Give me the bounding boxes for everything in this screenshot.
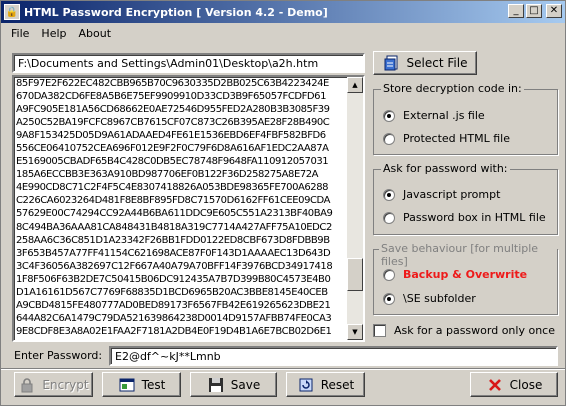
ask-once-checkbox[interactable]	[373, 324, 386, 337]
select-file-label: Select File	[406, 56, 468, 70]
ask-password-group: Ask for password with: Javascript prompt…	[373, 162, 558, 235]
code-line: 4E990CD8C71C2F4F5C4E8307418826A053BDE983…	[16, 182, 329, 194]
ask-once-label: Ask for a password only once	[394, 324, 555, 337]
padlock-icon	[18, 377, 36, 393]
code-line: D1A16161D567C7769F68835D1BCD6965B20AC3BB…	[16, 286, 328, 298]
code-line: 1F8F506F63B2DE7C50415B06DC912435A7B7D399…	[16, 273, 331, 285]
reset-arrows-icon	[297, 377, 315, 393]
close-label: Close	[509, 377, 543, 392]
save-behaviour-title: Save behaviour [for multiple files]	[379, 242, 557, 268]
window-title: HTML Password Encryption [ Version 4.2 -…	[24, 5, 328, 19]
save-behaviour-group: Save behaviour [for multiple files] Back…	[373, 242, 558, 315]
ask-password-title: Ask for password with:	[381, 162, 510, 175]
password-input[interactable]: E2@df^~kJ**Lmnb	[109, 346, 558, 366]
scroll-up-button[interactable]: ▲	[347, 77, 363, 93]
file-path-field[interactable]: F:\Documents and Settings\Admin01\Deskto…	[12, 53, 365, 73]
encrypt-button[interactable]: Encrypt	[14, 372, 93, 397]
maximize-button[interactable]: □	[526, 4, 542, 18]
app-window: 🔒 HTML Password Encryption [ Version 4.2…	[0, 0, 566, 406]
menu-bar: File Help About	[1, 24, 565, 42]
code-line: 57629E00C74294CC92A44B6BA611DDC9E605C551…	[16, 208, 333, 220]
password-label: Enter Password:	[14, 349, 103, 362]
maximize-icon: □	[529, 5, 539, 16]
code-line: A9CBD4815FE480777AD0BED89173F6567FB42E61…	[16, 299, 331, 311]
radio-password-box-label: Password box in HTML file	[403, 211, 546, 224]
store-decryption-group: Store decryption code in: External .js f…	[373, 82, 558, 155]
save-button[interactable]: Save	[190, 372, 277, 397]
radio-external-js[interactable]: External .js file	[383, 109, 485, 122]
code-line: 9A8F153425D05D9A61ADAAED4FE61E1536EBD6EF…	[16, 130, 326, 142]
store-decryption-title: Store decryption code in:	[381, 82, 524, 95]
test-button[interactable]: Test	[102, 372, 181, 397]
close-window-button[interactable]: ✕	[546, 4, 562, 18]
scroll-thumb[interactable]	[347, 258, 363, 291]
code-scrollbar[interactable]: ▲ ▼	[347, 77, 363, 340]
app-lock-icon: 🔒	[4, 4, 20, 20]
code-line: A250C52BA19FCFC8967CB7615CF07C873C26B395…	[16, 117, 330, 129]
code-line: 185A6ECCBB3E363A910BD987706EF0B122F36D25…	[16, 169, 319, 181]
radio-protected-html[interactable]: Protected HTML file	[383, 132, 510, 145]
code-line: 670DA382CD6FE8A5B6E75EF9909910D33CD3B9F6…	[16, 91, 327, 103]
radio-se-subfolder-circle[interactable]	[383, 292, 395, 305]
radio-external-js-label: External .js file	[403, 109, 485, 122]
encrypted-code-textarea[interactable]: 85F97E2F622EC482CBB965B70C9630335D2BB025…	[12, 75, 365, 342]
code-line: 258AA6C36C851D1A23342F26BB1FDD0122ED8CBF…	[16, 234, 330, 246]
radio-backup-overwrite[interactable]: Backup & Overwrite	[383, 268, 527, 281]
encrypted-code-text: 85F97E2F622EC482CBB965B70C9630335D2BB025…	[16, 77, 345, 338]
title-bar[interactable]: 🔒 HTML Password Encryption [ Version 4.2…	[1, 1, 565, 23]
radio-external-js-circle[interactable]	[383, 109, 395, 122]
select-file-button[interactable]: Select File	[373, 51, 477, 75]
menu-about[interactable]: About	[73, 27, 118, 40]
radio-backup-overwrite-circle[interactable]	[383, 268, 395, 281]
test-label: Test	[141, 377, 166, 392]
radio-javascript-prompt[interactable]: Javascript prompt	[383, 188, 500, 201]
code-line: E5169005CBADF65B4C428C0DB5EC78748F9648FA…	[16, 156, 329, 168]
code-line: 644A82C6A1479C79DA521639864238D0014D9157…	[16, 312, 332, 324]
ask-once-checkbox-row[interactable]: Ask for a password only once	[373, 324, 555, 337]
arrow-up-icon: ▲	[352, 81, 358, 89]
close-icon: ✕	[549, 5, 559, 16]
radio-se-subfolder[interactable]: \SE subfolder	[383, 292, 476, 305]
code-line: A9FC905E181A56CD68662E0AE72546D955FED2A2…	[16, 104, 330, 116]
radio-protected-html-circle[interactable]	[383, 132, 395, 145]
code-line: 8C494BA36AAA81CA848431B4818A319C7714A427…	[16, 221, 332, 233]
radio-se-subfolder-label: \SE subfolder	[403, 292, 476, 305]
browser-window-icon	[118, 377, 136, 393]
code-line: 556CE06410752CEA696F012E9F2F0C79F6D8A616…	[16, 143, 329, 155]
code-line: C226CA6023264D481F8E8BF895FD8C71570D6162…	[16, 195, 330, 207]
close-button[interactable]: Close	[470, 372, 558, 397]
bottom-divider	[1, 368, 565, 370]
code-line: 3F653B457A77FF41154C621698ACE87F0F143D1A…	[16, 247, 331, 259]
scroll-down-button[interactable]: ▼	[347, 324, 363, 340]
file-open-icon	[383, 55, 401, 71]
red-x-icon	[486, 377, 504, 393]
window-controls: _ □ ✕	[508, 4, 562, 18]
menu-file[interactable]: File	[1, 27, 35, 40]
code-line: 3C4F36056A382697C12F667A40A79A70BFF14F39…	[16, 260, 333, 272]
encrypt-label: Encrypt	[42, 377, 89, 392]
radio-protected-html-label: Protected HTML file	[403, 132, 510, 145]
radio-password-box-circle[interactable]	[383, 211, 395, 224]
reset-label: Reset	[320, 377, 355, 392]
arrow-down-icon: ▼	[352, 328, 358, 336]
radio-javascript-prompt-label: Javascript prompt	[403, 188, 501, 201]
code-line: 9E8CDF8E3A8A02E1FAA2F7181A2DB4E0F19D4B1A…	[16, 325, 332, 337]
reset-button[interactable]: Reset	[286, 372, 365, 397]
radio-javascript-prompt-circle[interactable]	[383, 188, 395, 201]
menu-help[interactable]: Help	[35, 27, 72, 40]
floppy-disk-icon	[207, 377, 225, 393]
save-label: Save	[230, 377, 261, 392]
radio-backup-overwrite-label: Backup & Overwrite	[403, 268, 528, 281]
code-line: 85F97E2F622EC482CBB965B70C9630335D2BB025…	[16, 78, 329, 89]
radio-password-box[interactable]: Password box in HTML file	[383, 211, 546, 224]
minimize-icon: _	[513, 5, 519, 16]
minimize-button[interactable]: _	[508, 4, 524, 18]
